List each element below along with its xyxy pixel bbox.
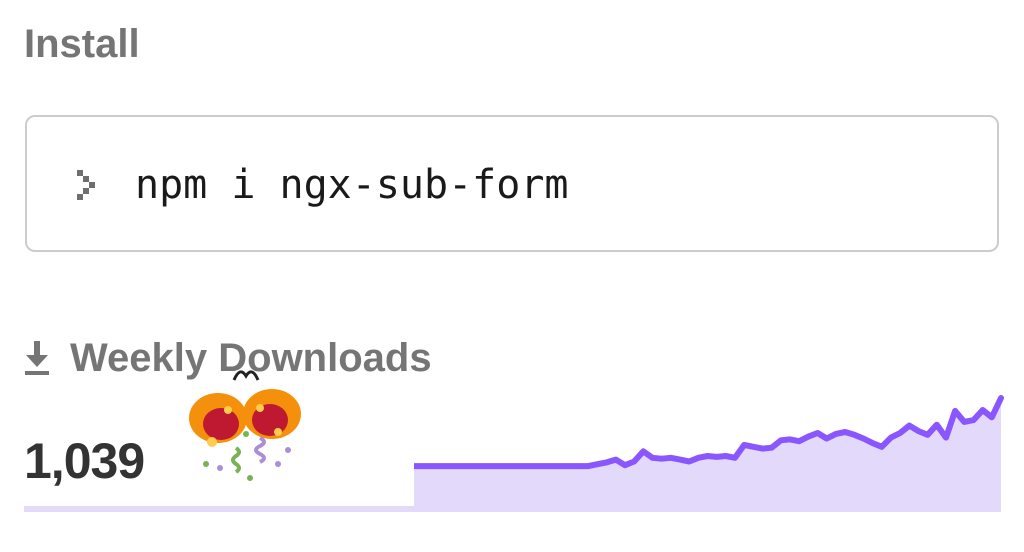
downloads-baseline — [24, 506, 414, 512]
install-heading: Install — [24, 22, 140, 66]
install-command-text[interactable]: npm i ngx-sub-form — [135, 161, 568, 209]
party-popper-icon — [189, 370, 301, 481]
prompt-chevron-icon — [77, 170, 95, 200]
weekly-downloads-sparkline — [414, 395, 1004, 512]
download-arrow-icon — [25, 341, 49, 375]
install-command-box[interactable]: npm i ngx-sub-form — [25, 115, 999, 252]
weekly-downloads-count: 1,039 — [24, 433, 145, 489]
